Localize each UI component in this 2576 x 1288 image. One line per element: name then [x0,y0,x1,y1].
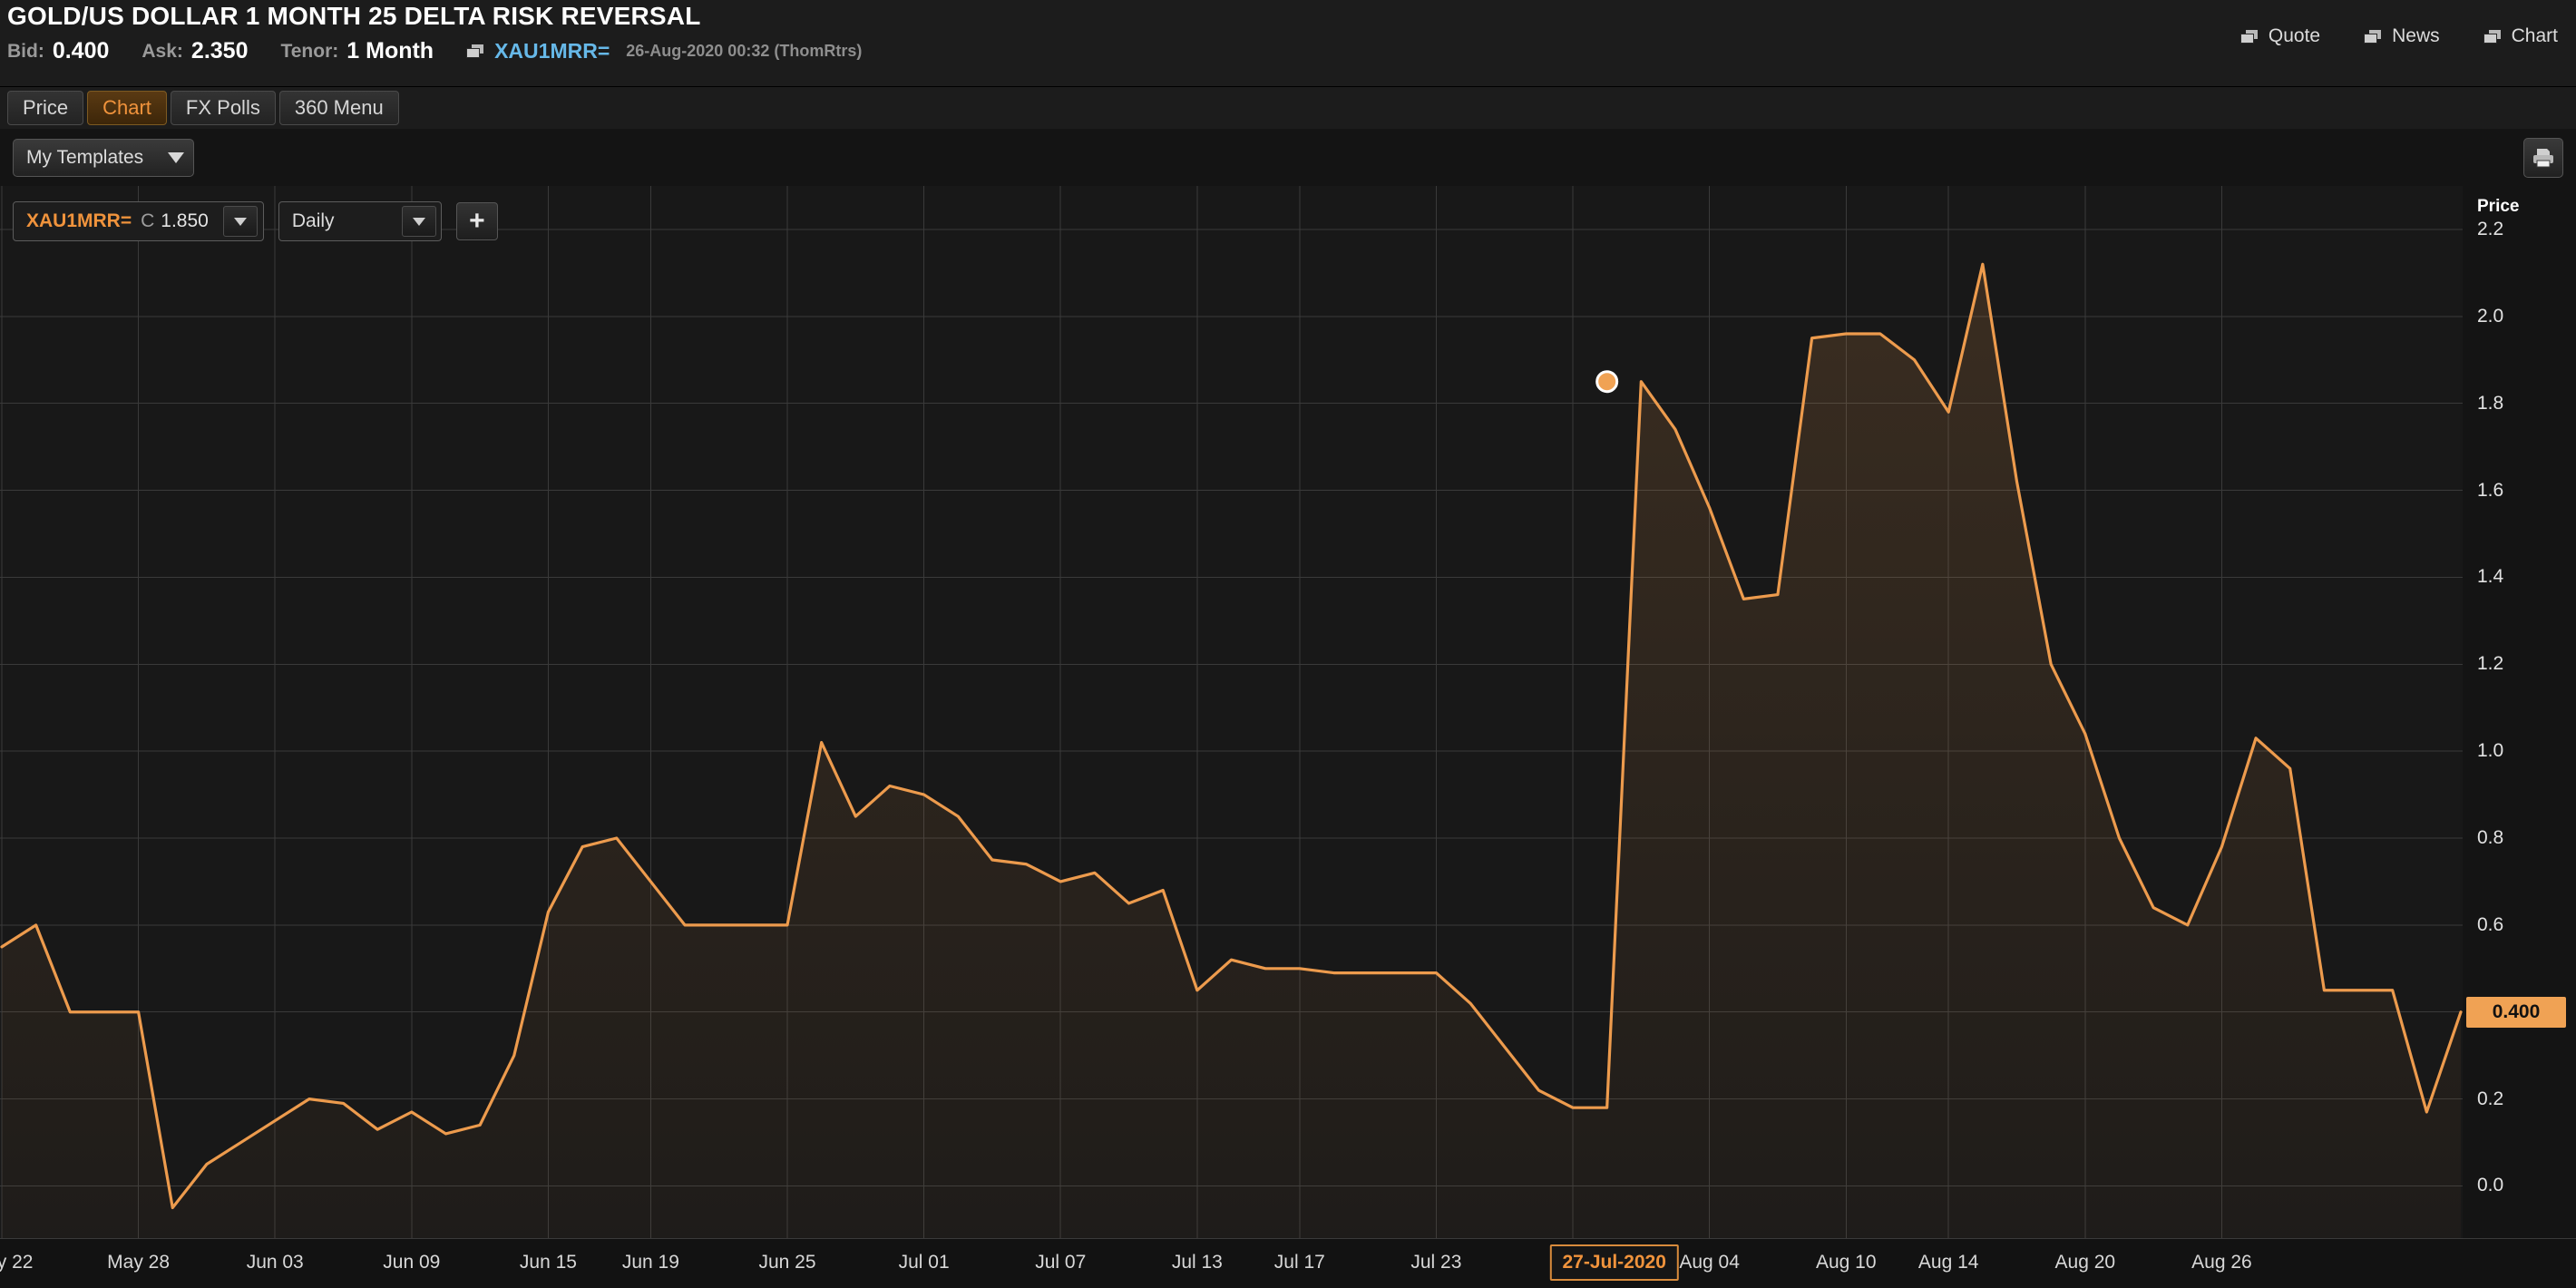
interval-selector[interactable]: Daily [278,201,442,241]
x-axis-tick: Aug 26 [2191,1252,2252,1273]
window-cascade-icon [2364,29,2382,44]
tab-chart[interactable]: Chart [87,91,167,125]
y-axis-tick: 2.2 [2477,218,2504,239]
bid-value: 0.400 [52,38,110,63]
chart-application: GOLD/US DOLLAR 1 MONTH 25 DELTA RISK REV… [0,0,2576,1288]
add-instrument-button[interactable]: + [455,202,498,240]
instrument-ric: XAU1MRR= [26,210,132,231]
crosshair-date-badge: 27-Jul-2020 [1549,1244,1679,1281]
tab-price[interactable]: Price [7,91,84,125]
x-axis-tick: May 22 [0,1252,34,1273]
y-axis-title: Price [2477,197,2520,216]
y-axis-tick: 1.4 [2477,566,2504,588]
x-axis-tick: Jul 23 [1410,1252,1462,1273]
chart-controls: XAU1MRR= C 1.850 Daily + [13,201,498,241]
x-axis-tick: Aug 10 [1815,1252,1877,1273]
y-axis-tick: 0.6 [2477,913,2504,935]
x-axis-tick: Aug 04 [1679,1252,1740,1273]
x-axis-tick: May 28 [107,1252,171,1273]
x-axis: May 22 May 28 Jun 03 Jun 09 Jun 15 Jun 19 Jun … [0,1238,2576,1288]
plot-region[interactable] [0,186,2463,1238]
chart-area: Price 0.00.20.40.60.81.01.21.41.61.82.02… [0,186,2576,1288]
ric-link[interactable]: XAU1MRR= [494,39,610,63]
templates-dropdown[interactable]: My Templates [13,138,194,177]
nav-news-label: News [2392,25,2440,46]
tenor-label: Tenor: [280,40,339,62]
y-axis-tick: 2.0 [2477,305,2504,327]
y-axis-tick: 1.6 [2477,479,2504,501]
window-cascade-icon [466,44,484,58]
x-axis-tick: Jun 15 [519,1252,577,1273]
window-cascade-icon [2239,29,2258,44]
bid-label: Bid: [7,40,44,62]
tab-360-menu[interactable]: 360 Menu [278,91,399,125]
tenor-value: 1 Month [346,38,434,63]
chevron-down-icon [233,217,247,226]
printer-icon [2533,149,2553,168]
y-axis-tick: 1.2 [2477,653,2504,675]
quote-line: Bid: 0.400 Ask: 2.350 Tenor: 1 Month XAU… [7,38,862,64]
print-button[interactable] [2523,138,2563,178]
header: GOLD/US DOLLAR 1 MONTH 25 DELTA RISK REV… [0,0,2576,87]
x-axis-tick: Jul 07 [1035,1252,1087,1273]
instrument-selector[interactable]: XAU1MRR= C 1.850 [13,201,264,241]
x-axis-tick: Jun 19 [621,1252,679,1273]
current-price-badge: 0.400 [2466,996,2566,1028]
y-axis-tick: 1.0 [2477,740,2504,762]
interval-dropdown-button[interactable] [401,206,436,237]
nav-quote-label: Quote [2268,25,2321,46]
y-axis-tick: 0.8 [2477,827,2504,848]
page-title: GOLD/US DOLLAR 1 MONTH 25 DELTA RISK REV… [7,2,701,30]
y-axis: Price 0.00.20.40.60.81.01.21.41.61.82.02… [2463,186,2576,1238]
x-axis-tick: Aug 14 [1917,1252,1979,1273]
x-axis-tick: Jul 17 [1273,1252,1325,1273]
top-nav: Quote News Chart [2239,25,2558,47]
window-cascade-icon [2483,29,2501,44]
quote-timestamp: 26-Aug-2020 00:32 (ThomRtrs) [626,42,863,60]
instrument-field-value: 1.850 [161,210,209,231]
y-axis-tick: 0.2 [2477,1088,2504,1109]
nav-chart-button[interactable]: Chart [2483,25,2558,47]
x-axis-tick: Jun 09 [383,1252,441,1273]
price-line-chart [0,186,2463,1238]
x-axis-tick: Jul 13 [1171,1252,1223,1273]
x-axis-tick: Jul 01 [898,1252,950,1273]
instrument-field-code: C [141,210,155,231]
ask-label: Ask: [141,40,183,62]
x-axis-tick: Jun 03 [246,1252,304,1273]
interval-label: Daily [291,210,335,231]
template-bar: My Templates [0,129,2576,187]
tab-bar: Price Chart FX Polls 360 Menu [0,87,2576,129]
x-axis-tick: Jun 25 [758,1252,816,1273]
ask-value: 2.350 [190,38,249,63]
templates-dropdown-label: My Templates [26,146,144,168]
chevron-down-icon [412,217,425,226]
instrument-dropdown-button[interactable] [222,206,258,237]
nav-chart-label: Chart [2511,25,2558,46]
y-axis-tick: 0.0 [2477,1175,2504,1196]
nav-quote-button[interactable]: Quote [2239,25,2321,47]
tab-fx-polls[interactable]: FX Polls [170,91,276,125]
y-axis-tick: 1.8 [2477,392,2504,414]
x-axis-tick: Aug 20 [2054,1252,2116,1273]
chevron-down-icon [168,151,184,163]
nav-news-button[interactable]: News [2364,25,2440,47]
